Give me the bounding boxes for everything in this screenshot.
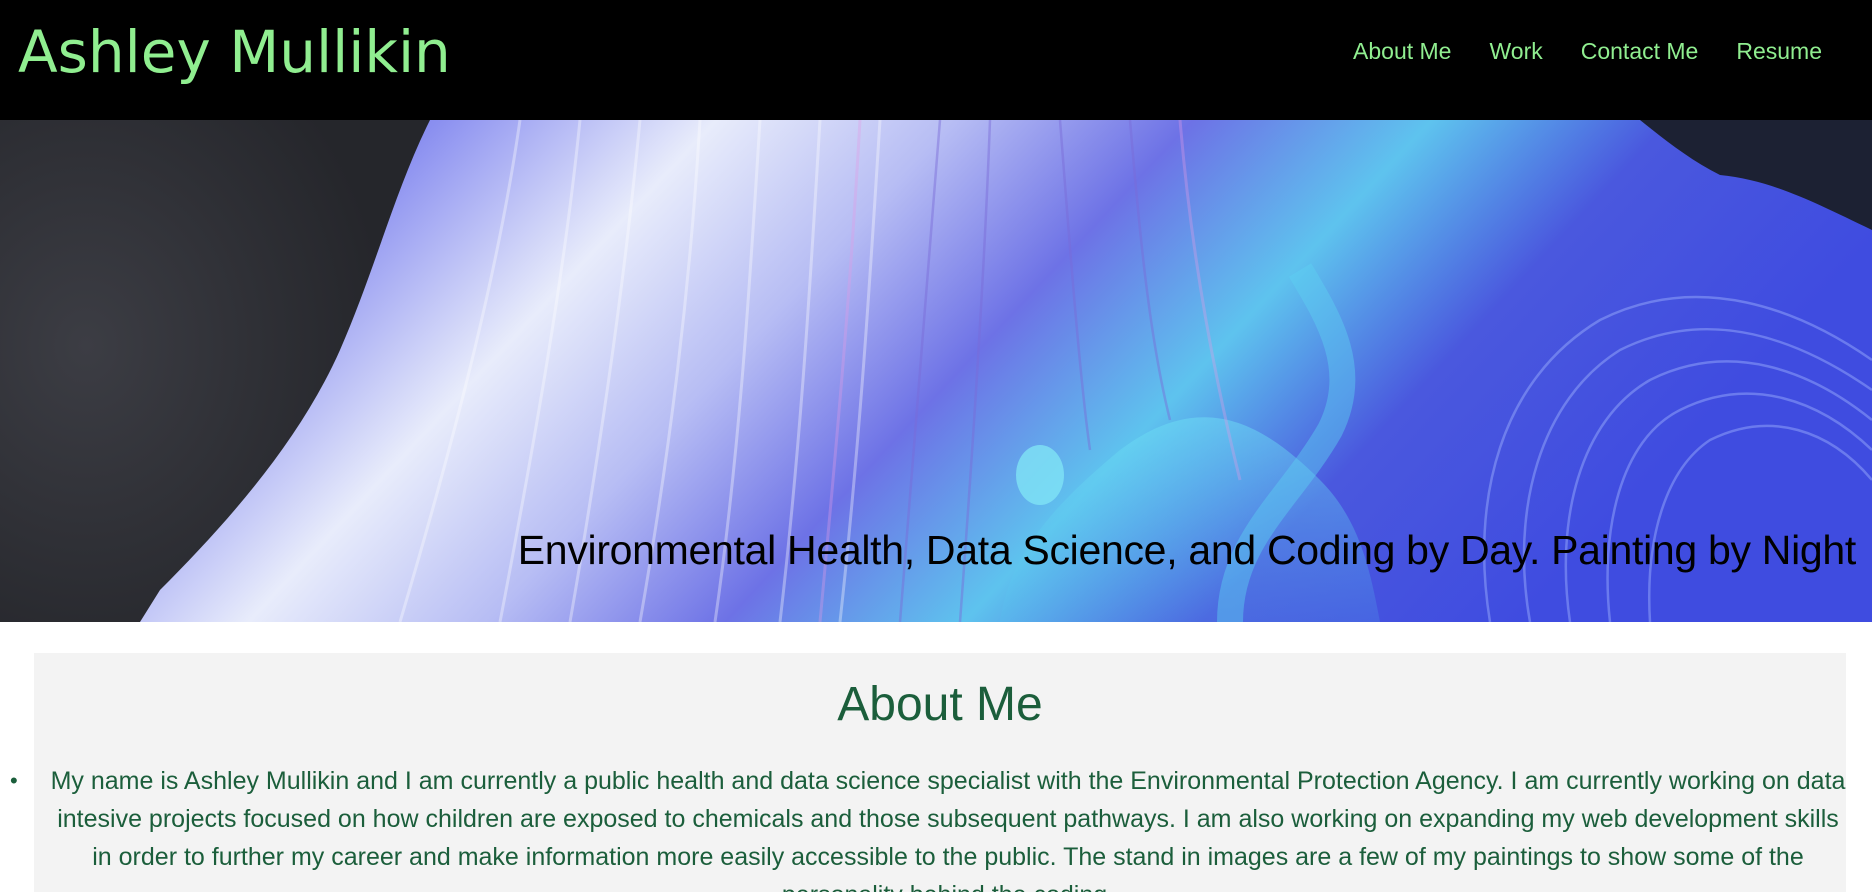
site-title[interactable]: Ashley Mullikin [18,14,451,90]
list-bullet-icon: • [10,768,18,793]
nav-link-resume[interactable]: Resume [1736,34,1822,68]
about-section: About Me • My name is Ashley Mullikin an… [10,653,1846,892]
nav-link-about-me[interactable]: About Me [1353,34,1451,68]
hero-banner: Environmental Health, Data Science, and … [0,120,1872,622]
nav-link-work[interactable]: Work [1489,34,1542,68]
about-bio-text: My name is Ashley Mullikin and I am curr… [50,767,1846,892]
about-list: • My name is Ashley Mullikin and I am cu… [0,762,1872,892]
about-bio-item: • My name is Ashley Mullikin and I am cu… [0,762,1872,892]
main-nav: About Me Work Contact Me Resume [1353,34,1822,68]
hero-tagline: Environmental Health, Data Science, and … [517,527,1857,573]
about-heading: About Me [837,678,1043,731]
site-header: Ashley Mullikin About Me Work Contact Me… [0,0,1872,120]
nav-link-contact-me[interactable]: Contact Me [1581,34,1699,68]
